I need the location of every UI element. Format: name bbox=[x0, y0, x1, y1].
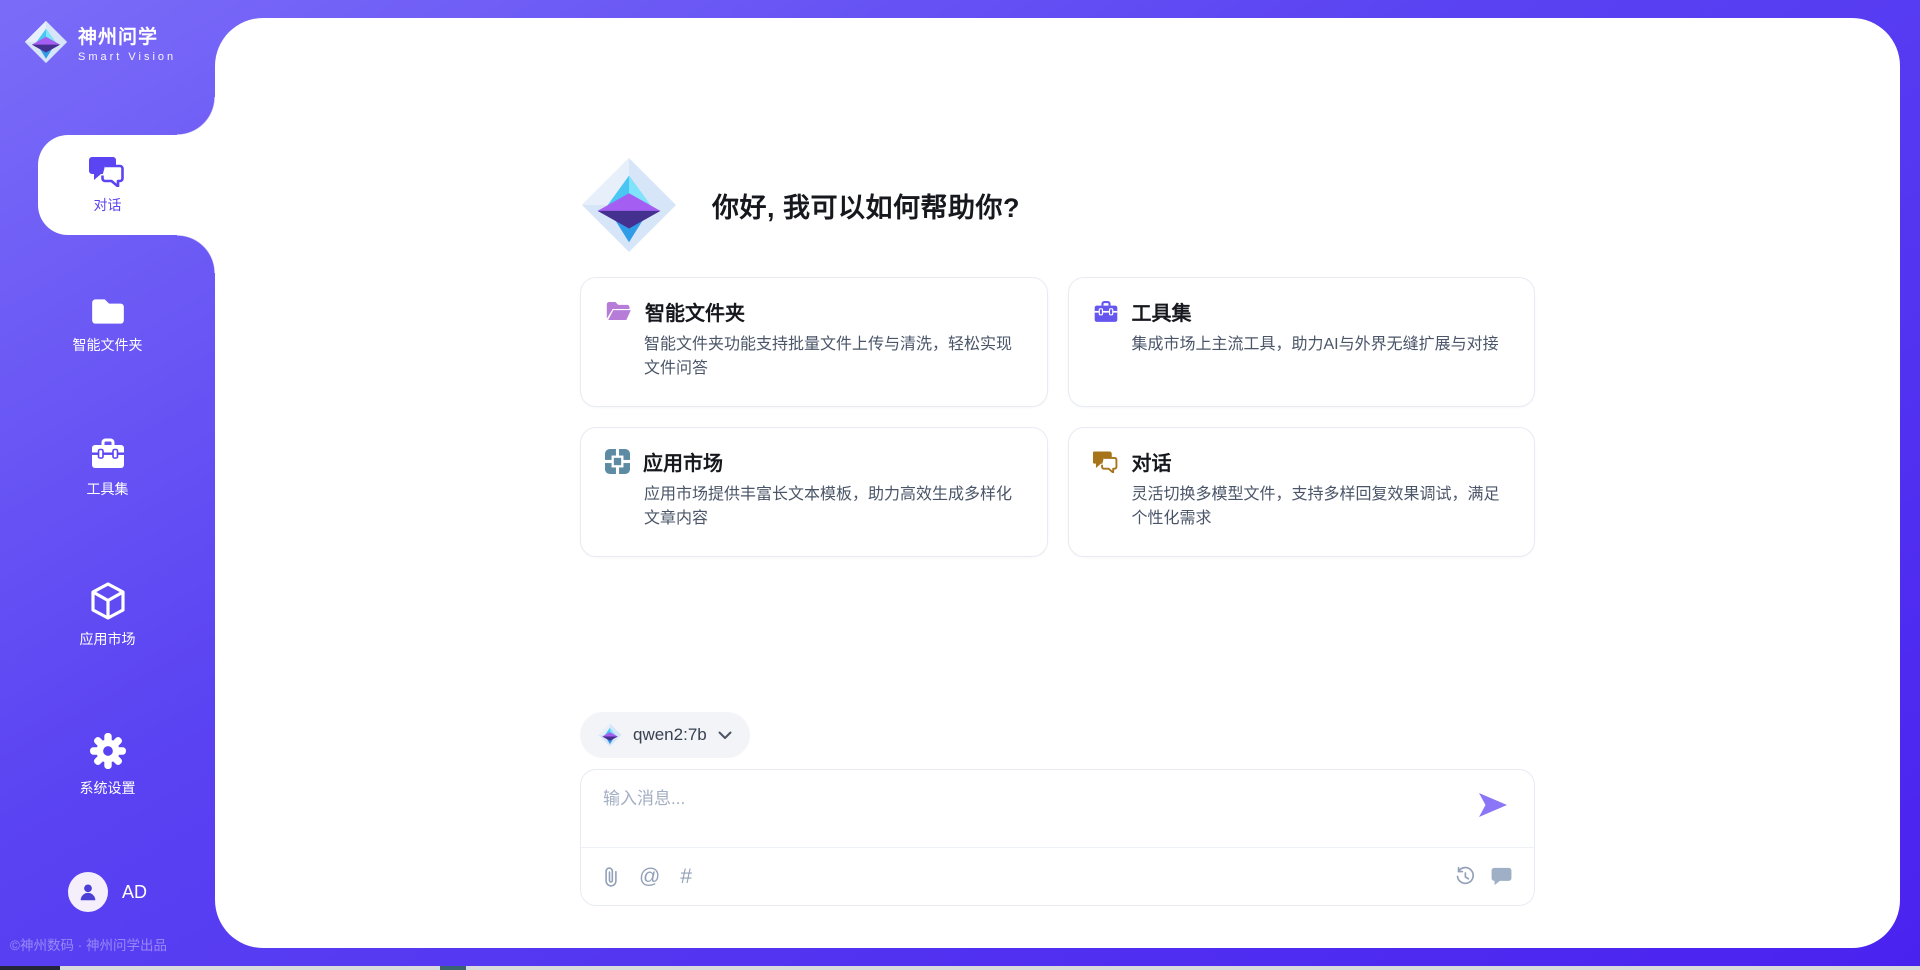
card-description: 应用市场提供丰富长文本模板，助力高效生成多样化文章内容 bbox=[644, 483, 1023, 531]
sidebar: 神州问学 Smart Vision 对话 智能文件夹 工具集 应用市场 bbox=[0, 0, 215, 970]
brand-logo-block: 神州问学 Smart Vision bbox=[24, 20, 176, 64]
folder-open-icon bbox=[605, 300, 632, 323]
chat-icon bbox=[89, 155, 127, 187]
sidebar-footer: ©神州数码 · 神州问学出品 bbox=[10, 934, 210, 954]
gear-icon bbox=[89, 732, 127, 770]
grid-icon bbox=[605, 449, 630, 474]
sidebar-item-smart-folder[interactable]: 智能文件夹 bbox=[0, 275, 215, 375]
folder-icon bbox=[89, 295, 127, 327]
model-selector[interactable]: qwen2:7b bbox=[580, 712, 750, 758]
sidebar-item-label: 智能文件夹 bbox=[73, 335, 143, 355]
avatar bbox=[68, 872, 108, 912]
sidebar-item-label: 对话 bbox=[94, 195, 122, 215]
at-icon: @ bbox=[639, 865, 660, 889]
history-button[interactable] bbox=[1454, 866, 1475, 887]
feature-cards: 智能文件夹 智能文件夹功能支持批量文件上传与清洗，轻松实现文件问答 工具集 集成… bbox=[580, 277, 1535, 557]
message-input[interactable] bbox=[603, 784, 1363, 842]
card-smart-folder[interactable]: 智能文件夹 智能文件夹功能支持批量文件上传与清洗，轻松实现文件问答 bbox=[580, 277, 1048, 407]
card-app-market[interactable]: 应用市场 应用市场提供丰富长文本模板，助力高效生成多样化文章内容 bbox=[580, 427, 1048, 557]
model-name: qwen2:7b bbox=[633, 725, 707, 745]
horizontal-scrollbar[interactable] bbox=[0, 966, 1920, 970]
card-title: 智能文件夹 bbox=[645, 297, 745, 326]
sidebar-item-chat[interactable]: 对话 bbox=[0, 135, 215, 235]
user-name: AD bbox=[122, 882, 147, 903]
card-description: 灵活切换多模型文件，支持多样回复效果调试，满足个性化需求 bbox=[1132, 483, 1511, 531]
brand-subtitle: Smart Vision bbox=[78, 51, 176, 63]
sidebar-item-label: 应用市场 bbox=[80, 629, 136, 649]
sidebar-item-label: 工具集 bbox=[87, 479, 129, 499]
sidebar-item-toolset[interactable]: 工具集 bbox=[0, 418, 215, 518]
scrollbar-thumb[interactable] bbox=[440, 966, 466, 970]
sidebar-item-app-market[interactable]: 应用市场 bbox=[0, 565, 215, 665]
history-icon bbox=[1454, 866, 1475, 887]
mention-button[interactable]: @ bbox=[639, 865, 660, 889]
paperclip-icon bbox=[603, 866, 619, 888]
composer: qwen2:7b bbox=[580, 712, 1535, 906]
greeting-diamond-icon bbox=[580, 156, 678, 254]
brand-text: 神州问学 Smart Vision bbox=[78, 22, 176, 63]
attach-button[interactable] bbox=[603, 866, 619, 888]
chat-icon bbox=[1093, 450, 1119, 473]
topic-button[interactable]: # bbox=[680, 865, 692, 889]
main-panel: 你好, 我可以如何帮助你? 智能文件夹 智能文件夹功能支持批量文件上传与清洗，轻… bbox=[215, 18, 1900, 948]
toolbox-icon bbox=[1093, 300, 1119, 324]
scrollbar-corner bbox=[0, 966, 60, 970]
cube-icon bbox=[89, 581, 127, 621]
card-description: 智能文件夹功能支持批量文件上传与清洗，轻松实现文件问答 bbox=[644, 333, 1023, 381]
sidebar-item-label: 系统设置 bbox=[80, 778, 136, 798]
user-profile[interactable]: AD bbox=[0, 872, 215, 912]
card-description: 集成市场上主流工具，助力AI与外界无缝扩展与对接 bbox=[1132, 333, 1511, 357]
card-toolset[interactable]: 工具集 集成市场上主流工具，助力AI与外界无缝扩展与对接 bbox=[1068, 277, 1536, 407]
send-icon bbox=[1478, 792, 1508, 818]
chevron-down-icon bbox=[718, 731, 732, 740]
input-toolbar: @ # bbox=[581, 848, 1534, 905]
brand-name: 神州问学 bbox=[78, 22, 176, 49]
message-input-box: @ # bbox=[580, 769, 1535, 906]
chat-filled-icon bbox=[1491, 867, 1512, 886]
person-icon bbox=[77, 881, 99, 903]
sidebar-item-settings[interactable]: 系统设置 bbox=[0, 715, 215, 815]
card-title: 应用市场 bbox=[643, 447, 723, 476]
conversation-button[interactable] bbox=[1491, 867, 1512, 886]
toolbox-icon bbox=[89, 437, 127, 471]
card-chat[interactable]: 对话 灵活切换多模型文件，支持多样回复效果调试，满足个性化需求 bbox=[1068, 427, 1536, 557]
model-diamond-icon bbox=[598, 723, 622, 747]
greeting-text: 你好, 我可以如何帮助你? bbox=[712, 186, 1020, 225]
send-button[interactable] bbox=[1478, 792, 1508, 818]
hash-icon: # bbox=[680, 865, 692, 889]
brand-diamond-icon bbox=[24, 20, 68, 64]
card-title: 工具集 bbox=[1132, 297, 1192, 326]
greeting-block: 你好, 我可以如何帮助你? bbox=[580, 155, 1535, 255]
card-title: 对话 bbox=[1132, 447, 1172, 476]
